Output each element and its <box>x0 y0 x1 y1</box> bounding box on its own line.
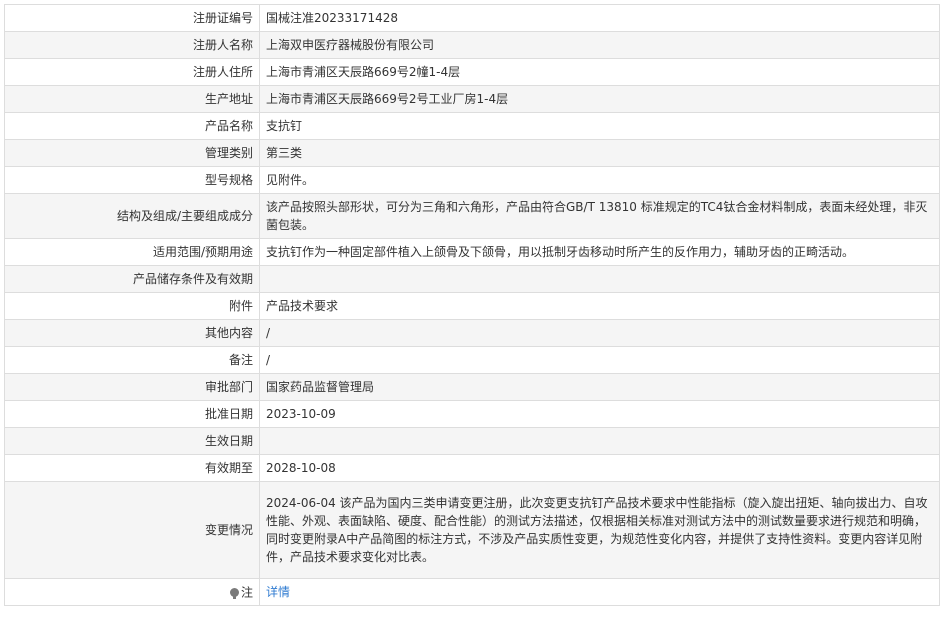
row-intended-use: 适用范围/预期用途 支抗钉作为一种固定部件植入上颌骨及下颌骨，用以抵制牙齿移动时… <box>4 238 940 266</box>
label-attachment: 附件 <box>4 292 260 320</box>
note-label: 注 <box>240 585 253 600</box>
value-structure-composition: 该产品按照头部形状，可分为三角和六角形，产品由符合GB/T 13810 标准规定… <box>259 193 940 239</box>
row-storage-conditions: 产品储存条件及有效期 <box>4 265 940 293</box>
registration-table: 注册证编号 国械注准20233171428 注册人名称 上海双申医疗器械股份有限… <box>4 4 940 606</box>
row-registrant-name: 注册人名称 上海双申医疗器械股份有限公司 <box>4 31 940 59</box>
row-remarks: 备注 / <box>4 346 940 374</box>
value-registrant-address: 上海市青浦区天辰路669号2幢1-4层 <box>259 58 940 86</box>
value-product-name: 支抗钉 <box>259 112 940 140</box>
registration-detail: 注册证编号 国械注准20233171428 注册人名称 上海双申医疗器械股份有限… <box>4 4 940 606</box>
label-registration-number: 注册证编号 <box>4 4 260 32</box>
value-effective-date <box>259 427 940 455</box>
label-change-history: 变更情况 <box>4 481 260 579</box>
label-registrant-name: 注册人名称 <box>4 31 260 59</box>
value-storage-conditions <box>259 265 940 293</box>
label-storage-conditions: 产品储存条件及有效期 <box>4 265 260 293</box>
value-model-spec: 见附件。 <box>259 166 940 194</box>
row-product-name: 产品名称 支抗钉 <box>4 112 940 140</box>
value-attachment: 产品技术要求 <box>259 292 940 320</box>
value-registration-number: 国械注准20233171428 <box>259 4 940 32</box>
row-other-content: 其他内容 / <box>4 319 940 347</box>
row-management-category: 管理类别 第三类 <box>4 139 940 167</box>
value-remarks: / <box>259 346 940 374</box>
row-structure-composition: 结构及组成/主要组成成分 该产品按照头部形状，可分为三角和六角形，产品由符合GB… <box>4 193 940 239</box>
value-management-category: 第三类 <box>259 139 940 167</box>
label-other-content: 其他内容 <box>4 319 260 347</box>
lightbulb-icon <box>229 587 239 599</box>
value-registrant-name: 上海双申医疗器械股份有限公司 <box>259 31 940 59</box>
label-note: 注 <box>4 578 260 606</box>
label-effective-date: 生效日期 <box>4 427 260 455</box>
value-approval-department: 国家药品监督管理局 <box>259 373 940 401</box>
label-production-address: 生产地址 <box>4 85 260 113</box>
label-approval-department: 审批部门 <box>4 373 260 401</box>
value-approval-date: 2023-10-09 <box>259 400 940 428</box>
label-structure-composition: 结构及组成/主要组成成分 <box>4 193 260 239</box>
row-registration-number: 注册证编号 国械注准20233171428 <box>4 4 940 32</box>
row-approval-date: 批准日期 2023-10-09 <box>4 400 940 428</box>
value-intended-use: 支抗钉作为一种固定部件植入上颌骨及下颌骨，用以抵制牙齿移动时所产生的反作用力，辅… <box>259 238 940 266</box>
row-production-address: 生产地址 上海市青浦区天辰路669号2号工业厂房1-4层 <box>4 85 940 113</box>
row-effective-date: 生效日期 <box>4 427 940 455</box>
label-model-spec: 型号规格 <box>4 166 260 194</box>
row-registrant-address: 注册人住所 上海市青浦区天辰路669号2幢1-4层 <box>4 58 940 86</box>
row-note: 注 详情 <box>4 578 940 606</box>
label-product-name: 产品名称 <box>4 112 260 140</box>
value-production-address: 上海市青浦区天辰路669号2号工业厂房1-4层 <box>259 85 940 113</box>
label-approval-date: 批准日期 <box>4 400 260 428</box>
row-change-history: 变更情况 2024-06-04 该产品为国内三类申请变更注册，此次变更支抗钉产品… <box>4 481 940 579</box>
label-valid-until: 有效期至 <box>4 454 260 482</box>
value-other-content: / <box>259 319 940 347</box>
row-approval-department: 审批部门 国家药品监督管理局 <box>4 373 940 401</box>
label-remarks: 备注 <box>4 346 260 374</box>
row-model-spec: 型号规格 见附件。 <box>4 166 940 194</box>
label-management-category: 管理类别 <box>4 139 260 167</box>
details-link[interactable]: 详情 <box>266 585 290 599</box>
value-note: 详情 <box>259 578 940 606</box>
value-change-history: 2024-06-04 该产品为国内三类申请变更注册，此次变更支抗钉产品技术要求中… <box>259 481 940 579</box>
value-valid-until: 2028-10-08 <box>259 454 940 482</box>
row-valid-until: 有效期至 2028-10-08 <box>4 454 940 482</box>
label-intended-use: 适用范围/预期用途 <box>4 238 260 266</box>
label-registrant-address: 注册人住所 <box>4 58 260 86</box>
row-attachment: 附件 产品技术要求 <box>4 292 940 320</box>
